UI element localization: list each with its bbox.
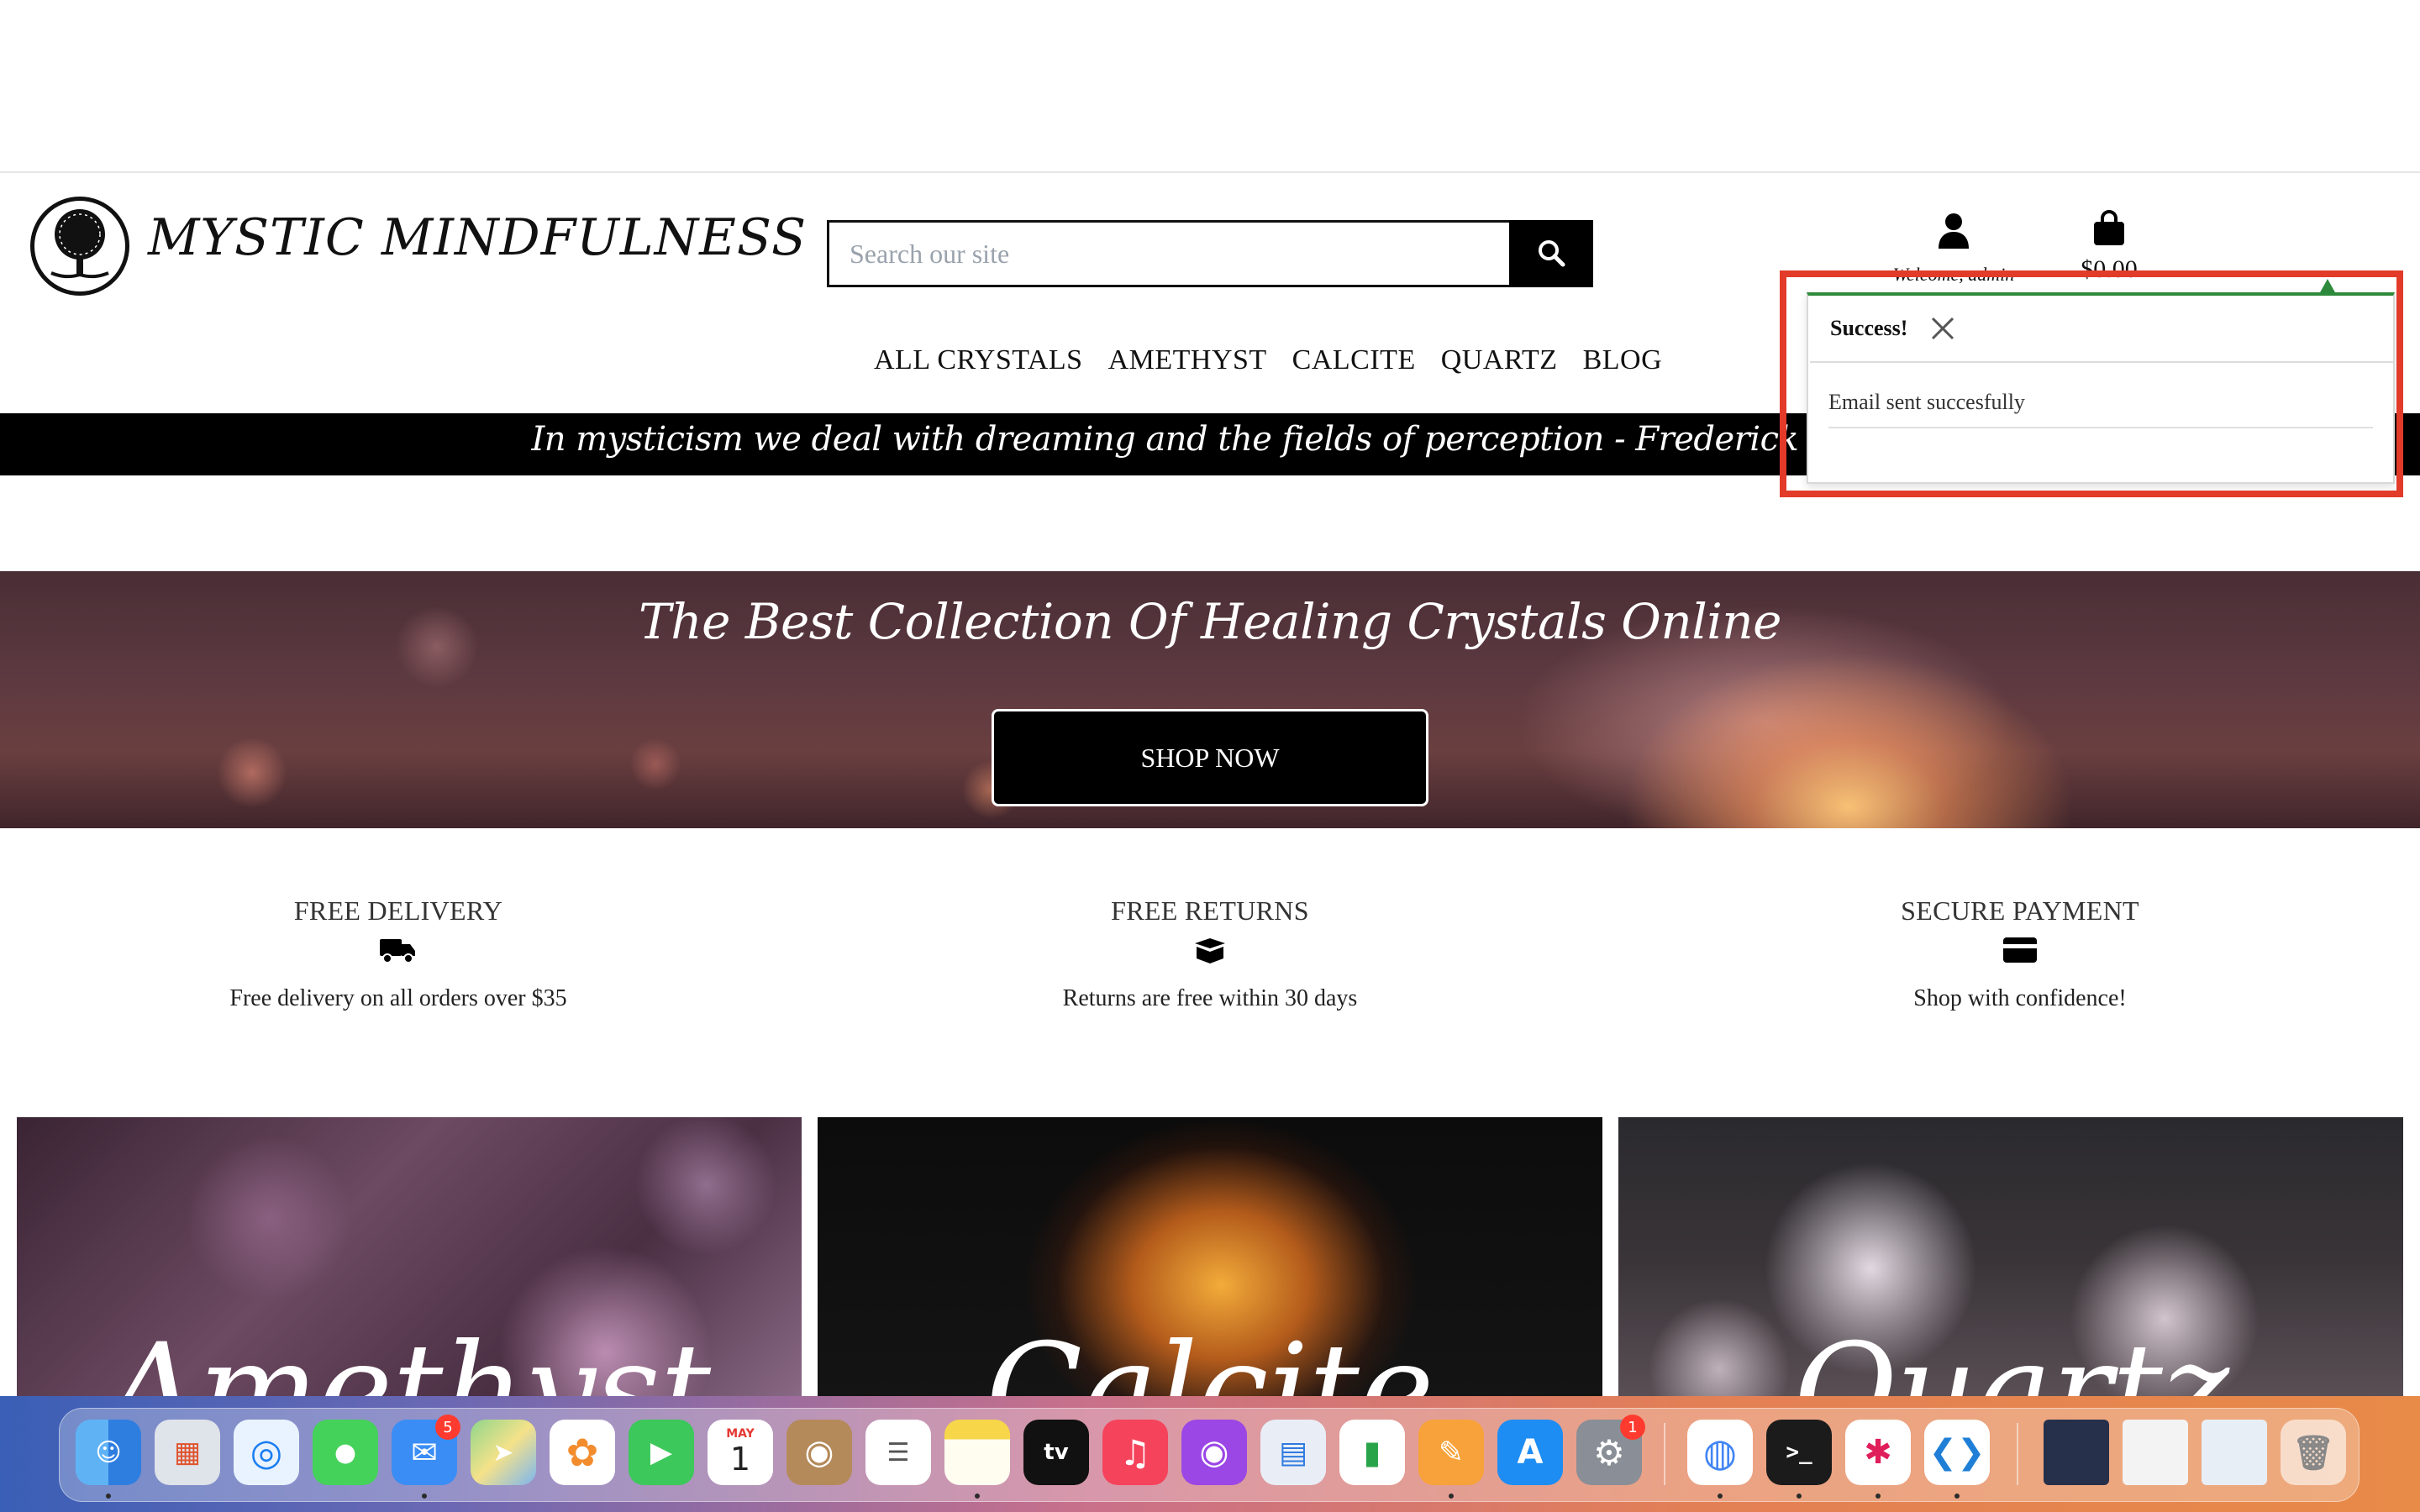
category-tile-quartz[interactable]: Quartz	[1618, 1117, 2403, 1403]
dock-separator	[1664, 1423, 1665, 1485]
vscode-icon[interactable]: ❮❯	[1924, 1420, 1990, 1485]
shop-now-button[interactable]: SHOP NOW	[992, 709, 1428, 806]
launchpad-icon[interactable]: ▦	[155, 1420, 220, 1485]
calendar-day: 1	[729, 1441, 751, 1478]
keynote-icon[interactable]: ▤	[1260, 1420, 1326, 1485]
safari-icon[interactable]: ◎	[234, 1420, 299, 1485]
running-indicator	[106, 1494, 111, 1499]
feature-title: FREE DELIVERY	[293, 895, 503, 926]
box-icon	[1193, 937, 1227, 968]
shopping-bag-icon	[2092, 210, 2126, 250]
calendar-icon[interactable]: MAY 1	[708, 1420, 773, 1485]
feature-text: Shop with confidence!	[1913, 985, 2127, 1011]
truck-icon	[380, 936, 417, 969]
tree-logo-icon[interactable]	[30, 197, 129, 296]
podcasts-icon[interactable]: ◉	[1181, 1420, 1247, 1485]
pages-icon[interactable]: ✎	[1418, 1420, 1484, 1485]
user-icon	[1937, 213, 1970, 252]
feature-text: Free delivery on all orders over $35	[229, 985, 567, 1011]
search-icon	[1536, 238, 1566, 270]
nav-amethyst[interactable]: AMETHYST	[1108, 344, 1267, 376]
terminal-icon[interactable]: >_	[1766, 1420, 1832, 1485]
category-tile-calcite[interactable]: Calcite	[818, 1117, 1602, 1403]
running-indicator	[1718, 1494, 1723, 1499]
feature-title: SECURE PAYMENT	[1901, 895, 2139, 926]
calendar-month: MAY	[726, 1427, 755, 1441]
category-label: Quartz	[1791, 1317, 2230, 1403]
quote-text: In mysticism we deal with dreaming and t…	[531, 420, 1889, 459]
nav-calcite[interactable]: CALCITE	[1292, 344, 1416, 376]
feature-title: FREE RETURNS	[1111, 895, 1309, 926]
photos-icon[interactable]: ✿	[550, 1420, 615, 1485]
window-thumbnail-icon[interactable]	[2123, 1420, 2188, 1485]
reminders-icon[interactable]: ☰	[865, 1420, 931, 1485]
running-indicator	[1449, 1494, 1454, 1499]
finder-icon[interactable]: ☺	[76, 1420, 141, 1485]
nav-blog[interactable]: BLOG	[1583, 344, 1663, 376]
slack-icon[interactable]: ✱	[1845, 1420, 1911, 1485]
settings-badge: 1	[1620, 1415, 1645, 1440]
running-indicator	[1797, 1494, 1802, 1499]
chrome-icon[interactable]: ◍	[1687, 1420, 1753, 1485]
nav-all-crystals[interactable]: ALL CRYSTALS	[874, 344, 1083, 376]
running-indicator	[1876, 1494, 1881, 1499]
maps-icon[interactable]: ➤	[471, 1420, 536, 1485]
facetime-icon[interactable]: ▶	[629, 1420, 694, 1485]
search-button[interactable]	[1509, 220, 1593, 287]
app-store-icon[interactable]: A	[1497, 1420, 1563, 1485]
credit-card-icon	[2003, 937, 2037, 967]
feature-secure-payment: SECURE PAYMENT Shop with confidence!	[1768, 895, 2272, 1012]
main-nav: ALL CRYSTALS AMETHYST CALCITE QUARTZ BLO…	[874, 344, 1662, 376]
feature-free-delivery: FREE DELIVERY Free delivery on all order…	[146, 895, 650, 1012]
browser-top-strip	[0, 0, 2420, 173]
feature-free-returns: FREE RETURNS Returns are free within 30 …	[958, 895, 1462, 1012]
category-label: Calcite	[986, 1317, 1434, 1403]
messages-icon[interactable]: ●	[313, 1420, 378, 1485]
window-thumbnail-icon[interactable]	[2202, 1420, 2267, 1485]
running-indicator	[422, 1494, 427, 1499]
search-bar	[827, 220, 1593, 287]
search-input[interactable]	[827, 220, 1509, 287]
trash-icon[interactable]: 🗑	[2281, 1420, 2346, 1485]
running-indicator	[1954, 1494, 1960, 1499]
category-tile-amethyst[interactable]: Amethyst	[17, 1117, 802, 1403]
running-indicator	[975, 1494, 980, 1499]
tv-icon[interactable]: tv	[1023, 1420, 1089, 1485]
contacts-icon[interactable]: ◉	[786, 1420, 852, 1485]
dock-separator	[2017, 1423, 2018, 1485]
mail-badge: 5	[435, 1415, 460, 1440]
numbers-icon[interactable]: ▮	[1339, 1420, 1405, 1485]
music-icon[interactable]: ♫	[1102, 1420, 1168, 1485]
hero-title: The Best Collection Of Healing Crystals …	[639, 593, 1781, 650]
tv-label: tv	[1044, 1440, 1069, 1465]
brand-name[interactable]: MYSTIC MINDFULNESS	[148, 208, 807, 267]
notes-icon[interactable]	[944, 1420, 1010, 1485]
highlight-box	[1780, 270, 2403, 497]
feature-text: Returns are free within 30 days	[1062, 985, 1358, 1011]
hero-banner: The Best Collection Of Healing Crystals …	[0, 571, 2420, 828]
nav-quartz[interactable]: QUARTZ	[1441, 344, 1558, 376]
category-label: Amethyst	[107, 1317, 712, 1403]
window-thumbnail-icon[interactable]	[2044, 1420, 2109, 1485]
